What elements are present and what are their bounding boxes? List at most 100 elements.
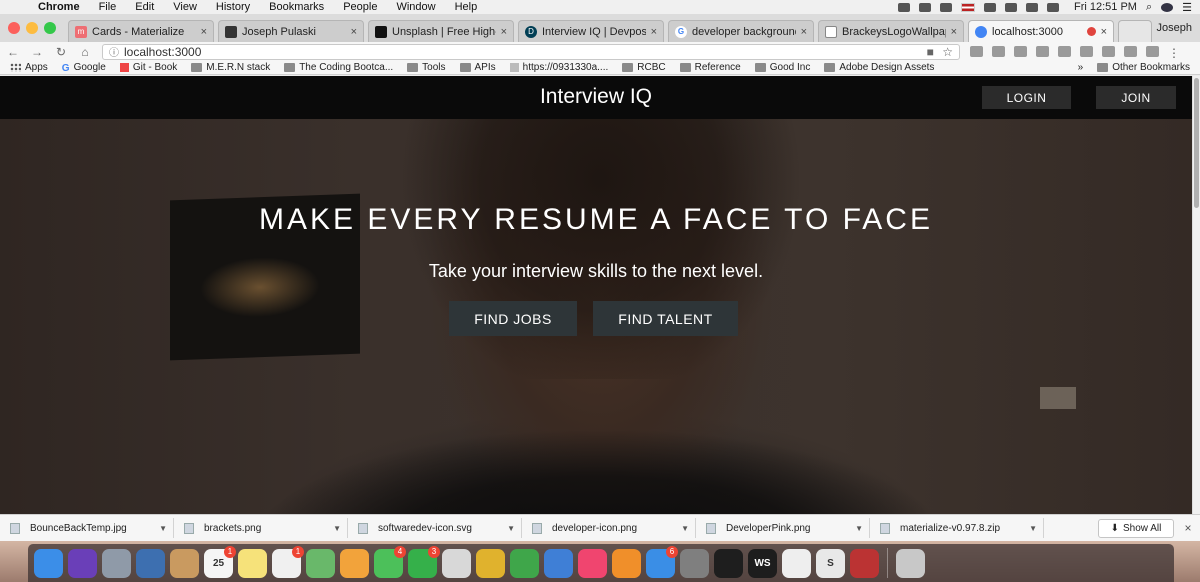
close-tab-icon[interactable]: × xyxy=(1101,26,1107,38)
home-icon[interactable]: ⌂ xyxy=(78,45,92,59)
extension-icon[interactable] xyxy=(970,46,983,57)
chrome-menu-icon[interactable]: ⋮ xyxy=(1168,46,1180,60)
app-store-icon[interactable]: 6 xyxy=(646,545,678,578)
minimize-window-icon[interactable] xyxy=(26,22,38,34)
chevron-down-icon[interactable]: ▼ xyxy=(159,524,167,533)
reload-icon[interactable]: ↻ xyxy=(54,45,68,59)
close-tab-icon[interactable]: × xyxy=(801,26,807,38)
chevron-down-icon[interactable]: ▼ xyxy=(507,524,515,533)
site-info-icon[interactable]: ⓘ xyxy=(109,44,119,59)
extension-icon[interactable] xyxy=(1014,46,1027,57)
photo-booth-icon[interactable] xyxy=(850,548,879,578)
bookmark-star-icon[interactable]: ☆ xyxy=(942,45,953,59)
browser-tab-active[interactable]: localhost:3000 × xyxy=(968,20,1114,42)
airplay-icon[interactable] xyxy=(983,2,996,12)
notes-icon[interactable] xyxy=(238,548,267,578)
close-tab-icon[interactable]: × xyxy=(351,26,357,38)
reminders-icon[interactable]: 1 xyxy=(272,545,304,578)
close-tab-icon[interactable]: × xyxy=(201,26,207,38)
battery-icon[interactable] xyxy=(1046,2,1059,12)
input-source-flag-icon[interactable] xyxy=(960,2,975,12)
chevron-down-icon[interactable]: ▼ xyxy=(681,524,689,533)
webstorm-icon[interactable]: WS xyxy=(748,548,777,578)
back-arrow-icon[interactable]: ← xyxy=(6,45,20,59)
page-scrollbar[interactable] xyxy=(1192,76,1200,514)
other-bookmarks-folder[interactable]: Other Bookmarks xyxy=(1097,62,1190,73)
menu-bookmarks[interactable]: Bookmarks xyxy=(269,1,324,13)
show-all-downloads-button[interactable]: ⬇ Show All xyxy=(1098,518,1174,538)
tray-app-icon[interactable] xyxy=(939,2,952,12)
ibooks-icon[interactable] xyxy=(612,548,641,578)
siri-icon[interactable] xyxy=(68,548,97,578)
bookmark-item[interactable]: https://0931330a.... xyxy=(509,62,608,73)
slack-icon[interactable]: S xyxy=(816,548,845,578)
script-editor-icon[interactable] xyxy=(442,548,471,578)
bookmark-folder[interactable]: Good Inc xyxy=(754,62,810,73)
extension-icon[interactable] xyxy=(1036,46,1049,57)
menu-view[interactable]: View xyxy=(173,1,197,13)
extension-icon[interactable] xyxy=(1102,46,1115,57)
keynote-icon[interactable] xyxy=(544,548,573,578)
tray-app-icon[interactable] xyxy=(918,2,931,12)
find-talent-button[interactable]: FIND TALENT xyxy=(593,301,738,336)
scrollbar-thumb[interactable] xyxy=(1194,78,1199,208)
browser-tab[interactable]: Unsplash | Free High-Resolution × xyxy=(368,20,514,42)
launchpad-icon[interactable] xyxy=(102,548,131,578)
browser-tab[interactable]: BrackeysLogoWallpaper × xyxy=(818,20,964,42)
photos-icon[interactable] xyxy=(340,548,369,578)
menu-app-chrome[interactable]: Chrome xyxy=(38,1,80,13)
chevron-down-icon[interactable]: ▼ xyxy=(1029,524,1037,533)
system-preferences-icon[interactable] xyxy=(680,548,709,578)
extension-icon[interactable] xyxy=(1058,46,1071,57)
download-item[interactable]: DeveloperPink.png ▼ xyxy=(700,518,870,538)
download-item[interactable]: brackets.png ▼ xyxy=(178,518,348,538)
spotlight-search-icon[interactable]: ⌕ xyxy=(1146,1,1152,14)
browser-tab[interactable]: D Interview IQ | Devpost × xyxy=(518,20,664,42)
menu-file[interactable]: File xyxy=(99,1,117,13)
bookmark-folder[interactable]: Reference xyxy=(679,62,741,73)
contacts-icon[interactable] xyxy=(170,548,199,578)
bookmark-folder[interactable]: APIs xyxy=(459,62,496,73)
browser-tab[interactable]: G developer background × xyxy=(668,20,814,42)
menu-window[interactable]: Window xyxy=(396,1,435,13)
browser-tab[interactable]: m Cards - Materialize × xyxy=(68,20,214,42)
bookmark-folder[interactable]: The Coding Bootca... xyxy=(284,62,393,73)
calendar-icon[interactable]: 25 1 xyxy=(204,545,236,578)
notification-center-icon[interactable]: ☰ xyxy=(1182,1,1192,14)
bookmark-folder[interactable]: RCBC xyxy=(622,62,666,73)
address-bar[interactable]: ⓘ localhost:3000 ■ ☆ xyxy=(102,43,960,60)
new-tab-button[interactable] xyxy=(1118,20,1152,42)
bookmark-item[interactable]: G Google xyxy=(62,62,106,74)
siri-icon[interactable] xyxy=(1161,2,1174,12)
find-jobs-button[interactable]: FIND JOBS xyxy=(449,301,577,336)
bookmark-folder[interactable]: Tools xyxy=(407,62,446,73)
address-url[interactable]: localhost:3000 xyxy=(124,45,918,59)
trash-icon[interactable] xyxy=(896,548,925,578)
menu-help[interactable]: Help xyxy=(455,1,478,13)
bookmark-item[interactable]: Apps xyxy=(10,62,48,73)
wifi-icon[interactable] xyxy=(1004,2,1017,12)
terminal-icon[interactable] xyxy=(714,548,743,578)
forward-arrow-icon[interactable]: → xyxy=(30,45,44,59)
more-bookmarks-chevron[interactable]: » xyxy=(1078,62,1084,73)
login-button[interactable]: LOGIN xyxy=(982,86,1071,109)
extension-icon[interactable] xyxy=(1146,46,1159,57)
close-tab-icon[interactable]: × xyxy=(501,26,507,38)
itunes-icon[interactable] xyxy=(578,548,607,578)
menu-edit[interactable]: Edit xyxy=(135,1,154,13)
download-item[interactable]: softwaredev-icon.svg ▼ xyxy=(352,518,522,538)
tray-app-icon[interactable] xyxy=(897,2,910,12)
close-tab-icon[interactable]: × xyxy=(651,26,657,38)
bookmark-folder[interactable]: Adobe Design Assets xyxy=(824,62,934,73)
bookmark-item[interactable]: Git - Book xyxy=(119,62,177,73)
chrome-profile-name[interactable]: Joseph xyxy=(1157,22,1192,34)
numbers-icon[interactable] xyxy=(510,548,539,578)
download-item[interactable]: materialize-v0.97.8.zip ▼ xyxy=(874,518,1044,538)
join-button[interactable]: JOIN xyxy=(1096,86,1176,109)
textedit-icon[interactable] xyxy=(782,548,811,578)
chrome-icon[interactable] xyxy=(476,548,505,578)
extension-icon[interactable] xyxy=(1080,46,1093,57)
volume-icon[interactable] xyxy=(1025,2,1038,12)
finder-icon[interactable] xyxy=(34,548,63,578)
maps-icon[interactable] xyxy=(306,548,335,578)
